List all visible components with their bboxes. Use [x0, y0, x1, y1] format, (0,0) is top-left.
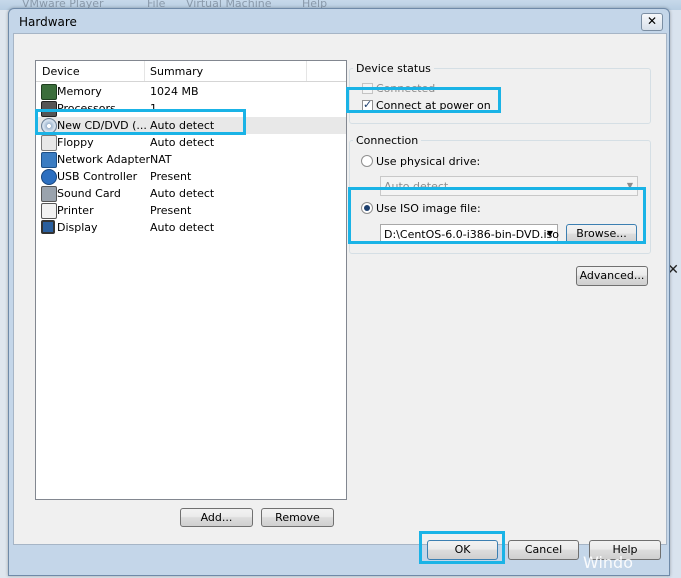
use-iso-image-label: Use ISO image file: [376, 202, 481, 215]
device-summary: 1024 MB [150, 85, 199, 98]
device-row-printer[interactable]: Printer Present [36, 202, 346, 219]
hardware-dialog: Hardware ✕ Device Summary Memory 1024 MB… [8, 8, 670, 576]
device-name: Printer [57, 204, 94, 217]
ok-button[interactable]: OK [427, 540, 498, 560]
processor-icon [41, 101, 57, 117]
device-name: Processors [57, 102, 116, 115]
column-divider[interactable] [144, 61, 145, 81]
watermark-text: Windo [583, 553, 633, 572]
iso-image-path-value: D:\CentOS-6.0-i386-bin-DVD.iso [384, 228, 559, 241]
device-status-title: Device status [353, 62, 434, 75]
dialog-titlebar: Hardware ✕ [9, 9, 669, 33]
printer-icon [41, 203, 57, 219]
device-row-floppy[interactable]: Floppy Auto detect [36, 134, 346, 151]
device-row-memory[interactable]: Memory 1024 MB [36, 83, 346, 100]
cancel-button[interactable]: Cancel [508, 540, 579, 560]
dialog-title: Hardware [19, 15, 77, 29]
device-summary: 1 [150, 102, 157, 115]
use-physical-drive-label: Use physical drive: [376, 155, 481, 168]
device-name: New CD/DVD (... [57, 119, 147, 132]
device-summary: Auto detect [150, 119, 215, 132]
network-adapter-icon [41, 152, 57, 168]
browse-button[interactable]: Browse... [566, 224, 637, 244]
device-name: Network Adapter [57, 153, 151, 166]
checkmark-icon: ✓ [363, 98, 373, 111]
memory-icon [41, 84, 57, 100]
device-name: Sound Card [57, 187, 121, 200]
floppy-icon [41, 135, 57, 151]
device-name: Memory [57, 85, 102, 98]
device-summary: Auto detect [150, 221, 215, 234]
device-list[interactable]: Device Summary Memory 1024 MB Processors… [35, 60, 347, 500]
device-row-sound-card[interactable]: Sound Card Auto detect [36, 185, 346, 202]
connected-checkbox[interactable] [362, 83, 373, 94]
device-list-header: Device Summary [36, 61, 346, 82]
device-summary: Auto detect [150, 187, 215, 200]
connected-label: Connected [376, 82, 436, 95]
add-button[interactable]: Add... [180, 508, 253, 527]
device-row-network-adapter[interactable]: Network Adapter NAT [36, 151, 346, 168]
device-summary: Present [150, 204, 192, 217]
device-name: Display [57, 221, 98, 234]
device-row-display[interactable]: Display Auto detect [36, 219, 346, 236]
close-icon: ✕ [646, 14, 658, 28]
dialog-client-area: Device Summary Memory 1024 MB Processors… [13, 33, 667, 545]
iso-image-path-select[interactable]: D:\CentOS-6.0-i386-bin-DVD.iso ▼ [380, 224, 559, 244]
connect-at-power-on-checkbox[interactable]: ✓ [362, 98, 373, 111]
device-row-usb-controller[interactable]: USB Controller Present [36, 168, 346, 185]
use-physical-drive-radio[interactable] [361, 155, 373, 167]
column-divider[interactable] [306, 61, 307, 81]
connect-at-power-on-label: Connect at power on [376, 99, 491, 112]
chevron-down-icon: ▼ [546, 229, 553, 238]
device-name: USB Controller [57, 170, 138, 183]
device-summary: Auto detect [150, 136, 215, 149]
remove-button[interactable]: Remove [261, 508, 334, 527]
advanced-button[interactable]: Advanced... [576, 266, 648, 286]
usb-icon [41, 169, 57, 185]
connection-title: Connection [353, 134, 422, 147]
physical-drive-value: Auto detect [384, 180, 449, 193]
device-summary: Present [150, 170, 192, 183]
display-icon [41, 220, 55, 234]
use-iso-image-radio[interactable] [361, 202, 373, 214]
sound-card-icon [41, 186, 57, 202]
chevron-down-icon: ▼ [626, 181, 633, 190]
radio-dot-icon [364, 205, 370, 211]
device-name: Floppy [57, 136, 94, 149]
device-summary: NAT [150, 153, 172, 166]
cd-dvd-icon [41, 118, 57, 134]
device-row-processors[interactable]: Processors 1 [36, 100, 346, 117]
device-row-cd-dvd[interactable]: New CD/DVD (... Auto detect [36, 117, 346, 134]
column-header-device[interactable]: Device [42, 65, 80, 78]
physical-drive-select[interactable]: Auto detect ▼ [380, 176, 638, 196]
column-header-summary[interactable]: Summary [150, 65, 203, 78]
dialog-close-button[interactable]: ✕ [641, 13, 663, 31]
device-status-group [349, 68, 651, 124]
